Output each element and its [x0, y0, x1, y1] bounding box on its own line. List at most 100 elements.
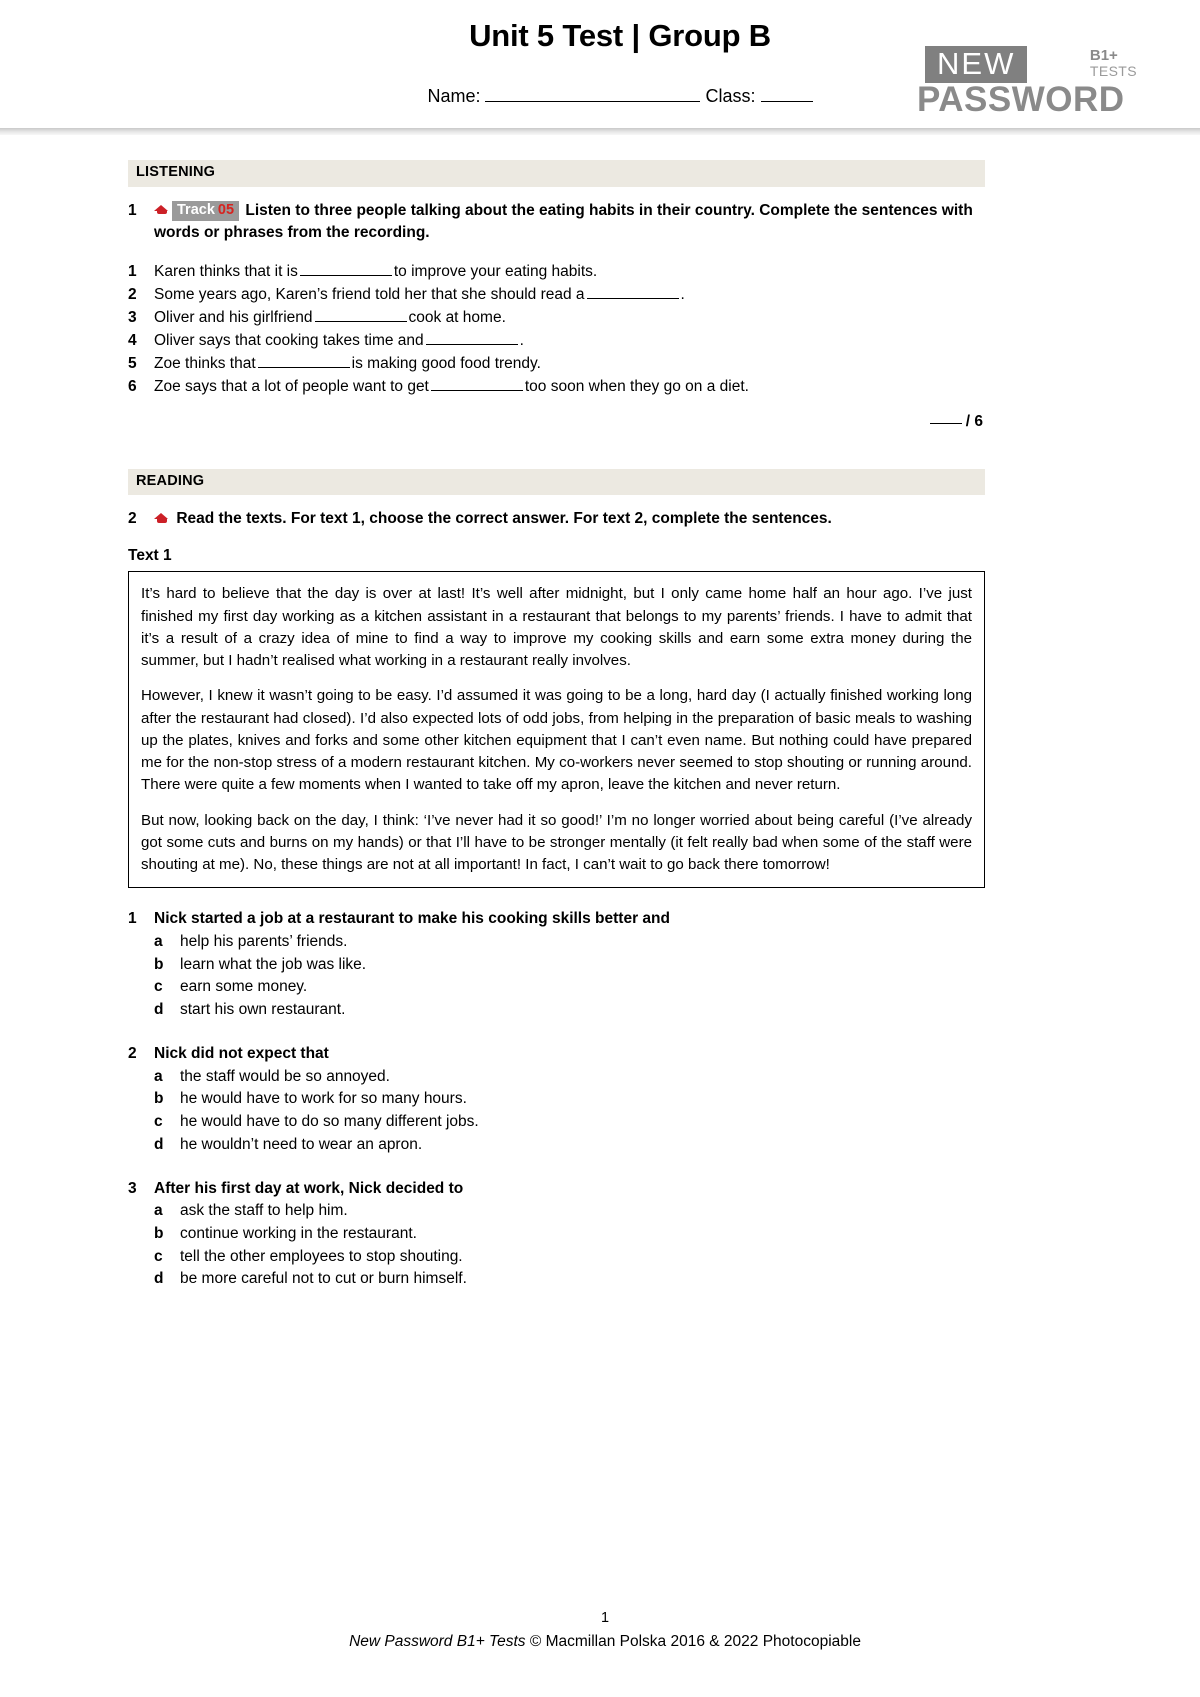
mcq-option-text: ask the staff to help him.: [180, 1202, 348, 1220]
mcq-option[interactable]: a ask the staff to help him.: [128, 1200, 985, 1223]
item-text-before: Zoe thinks that: [154, 355, 256, 373]
list-item: 4 Oliver says that cooking takes time an…: [128, 329, 985, 352]
track-label: Track: [177, 201, 215, 218]
mcq-question: 2 Nick did not expect that a the staff w…: [128, 1043, 985, 1157]
mcq-option-text: learn what the job was like.: [180, 955, 367, 973]
reading-task-number: 2: [128, 510, 137, 528]
mcq-option[interactable]: b he would have to work for so many hour…: [128, 1088, 985, 1111]
list-item: 2 Some years ago, Karen’s friend told he…: [128, 283, 985, 306]
item-text-before: Oliver and his girlfriend: [154, 309, 313, 327]
class-input-line[interactable]: [760, 101, 813, 102]
mcq-stem: 1 Nick started a job at a restaurant to …: [128, 908, 985, 930]
reading-task-instruction: 2 Read the texts. For text 1, choose the…: [128, 508, 985, 530]
mcq-option-text: he would have to do so many different jo…: [180, 1113, 479, 1131]
mcq-option-letter: c: [154, 978, 163, 996]
mcq-question: 3 After his first day at work, Nick deci…: [128, 1178, 985, 1292]
item-text-before: Some years ago, Karen’s friend told her …: [154, 286, 585, 304]
mcq-question: 1 Nick started a job at a restaurant to …: [128, 908, 985, 1022]
listening-question-list: 1 Karen thinks that it is to improve your…: [128, 260, 985, 399]
mcq-stem-text: After his first day at work, Nick decide…: [154, 1179, 464, 1197]
mcq-option[interactable]: b learn what the job was like.: [128, 954, 985, 977]
mcq-stem-text: Nick did not expect that: [154, 1045, 329, 1063]
mcq-option-text: tell the other employees to stop shoutin…: [180, 1247, 463, 1265]
item-number: 5: [128, 355, 137, 373]
copyright-series: New Password B1+ Tests: [349, 1632, 530, 1650]
listening-score-box: / 6: [128, 413, 985, 431]
mcq-option-text: be more careful not to cut or burn himse…: [180, 1270, 467, 1288]
answer-blank[interactable]: [257, 367, 350, 369]
mcq-option[interactable]: c he would have to do so many different …: [128, 1111, 985, 1134]
answer-blank[interactable]: [314, 321, 407, 323]
listening-instruction-text: Listen to three people talking about the…: [154, 201, 973, 241]
mcq-option-text: help his parents’ friends.: [180, 932, 348, 950]
mcq-number: 1: [128, 910, 137, 928]
item-text-before: Zoe says that a lot of people want to ge…: [154, 378, 429, 396]
item-number: 3: [128, 309, 137, 327]
item-text-after: is making good food trendy.: [351, 355, 541, 373]
mcq-option-letter: d: [154, 1001, 164, 1019]
copyright-rest: © Macmillan Polska 2016 & 2022 Photocopi…: [529, 1632, 861, 1650]
item-text-before: Karen thinks that it is: [154, 262, 298, 280]
mcq-option-text: earn some money.: [180, 978, 308, 996]
item-text-after: .: [519, 332, 524, 350]
text1-passage: It’s hard to believe that the day is ove…: [128, 571, 985, 889]
mcq-option-letter: a: [154, 932, 163, 950]
mcq-option[interactable]: b continue working in the restaurant.: [128, 1223, 985, 1246]
mcq-option-text: continue working in the restaurant.: [180, 1224, 417, 1242]
graduation-cap-icon: [154, 513, 169, 524]
reading-question-list: 1 Nick started a job at a restaurant to …: [128, 908, 985, 1291]
answer-blank[interactable]: [586, 298, 679, 300]
page-number: 1: [600, 1610, 610, 1626]
listening-task-instruction: 1 Track 05 Listen to three people talking…: [128, 200, 985, 244]
mcq-option-text: he would have to work for so many hours.: [180, 1090, 467, 1108]
mcq-option[interactable]: a the staff would be so annoyed.: [128, 1066, 985, 1089]
mcq-option-text: he wouldn’t need to wear an apron.: [180, 1135, 423, 1153]
answer-blank[interactable]: [299, 274, 392, 276]
test-worksheet-page: Unit 5 Test | Group B Name: Class: NEW P…: [0, 0, 1200, 1697]
reading-instruction-text: Read the texts. For text 1, choose the c…: [176, 510, 832, 528]
class-label: Class:: [705, 86, 756, 106]
track-badge: Track 05: [172, 200, 240, 222]
logo-password-text: PASSWORD: [917, 80, 1125, 119]
mcq-option[interactable]: c tell the other employees to stop shout…: [128, 1246, 985, 1269]
mcq-option-letter: b: [154, 1224, 164, 1242]
mcq-option[interactable]: d be more careful not to cut or burn him…: [128, 1268, 985, 1291]
mcq-number: 3: [128, 1179, 137, 1197]
text1-label: Text 1: [128, 547, 172, 565]
item-number: 2: [128, 286, 137, 304]
mcq-option-letter: a: [154, 1202, 163, 1220]
mcq-stem: 2 Nick did not expect that: [128, 1043, 985, 1065]
mcq-option[interactable]: a help his parents’ friends.: [128, 931, 985, 954]
list-item: 1 Karen thinks that it is to improve your…: [128, 260, 985, 283]
mcq-stem-text: Nick started a job at a restaurant to ma…: [154, 910, 670, 928]
mcq-option[interactable]: c earn some money.: [128, 976, 985, 999]
item-text-after: cook at home.: [408, 309, 506, 327]
item-number: 6: [128, 378, 137, 396]
answer-blank[interactable]: [430, 390, 523, 392]
passage-paragraph: It’s hard to believe that the day is ove…: [141, 585, 972, 670]
answer-blank[interactable]: [425, 344, 518, 346]
list-item: 3 Oliver and his girlfriend cook at home.: [128, 306, 985, 329]
listening-task-number: 1: [128, 201, 137, 219]
item-text-after: .: [680, 286, 685, 304]
mcq-option[interactable]: d start his own restaurant.: [128, 999, 985, 1022]
mcq-option-letter: d: [154, 1135, 164, 1153]
mcq-option-letter: b: [154, 955, 164, 973]
score-blank[interactable]: [929, 422, 962, 424]
mcq-option-letter: c: [154, 1113, 163, 1131]
item-text-before: Oliver says that cooking takes time and: [154, 332, 424, 350]
name-input-line[interactable]: [485, 101, 701, 102]
page-header: Unit 5 Test | Group B Name: Class: NEW P…: [0, 0, 1200, 135]
name-label: Name:: [427, 86, 481, 106]
graduation-cap-icon: [154, 204, 169, 216]
score-total: / 6: [965, 412, 983, 430]
section-header-listening: LISTENING: [128, 160, 985, 187]
track-number: 05: [217, 201, 235, 218]
mcq-option-letter: b: [154, 1090, 164, 1108]
mcq-option[interactable]: d he wouldn’t need to wear an apron.: [128, 1134, 985, 1157]
header-divider: [0, 128, 1200, 135]
item-number: 1: [128, 262, 137, 280]
item-text-after: to improve your eating habits.: [393, 262, 598, 280]
mcq-stem: 3 After his first day at work, Nick deci…: [128, 1178, 985, 1200]
passage-paragraph: However, I knew it wasn’t going to be ea…: [141, 687, 972, 794]
